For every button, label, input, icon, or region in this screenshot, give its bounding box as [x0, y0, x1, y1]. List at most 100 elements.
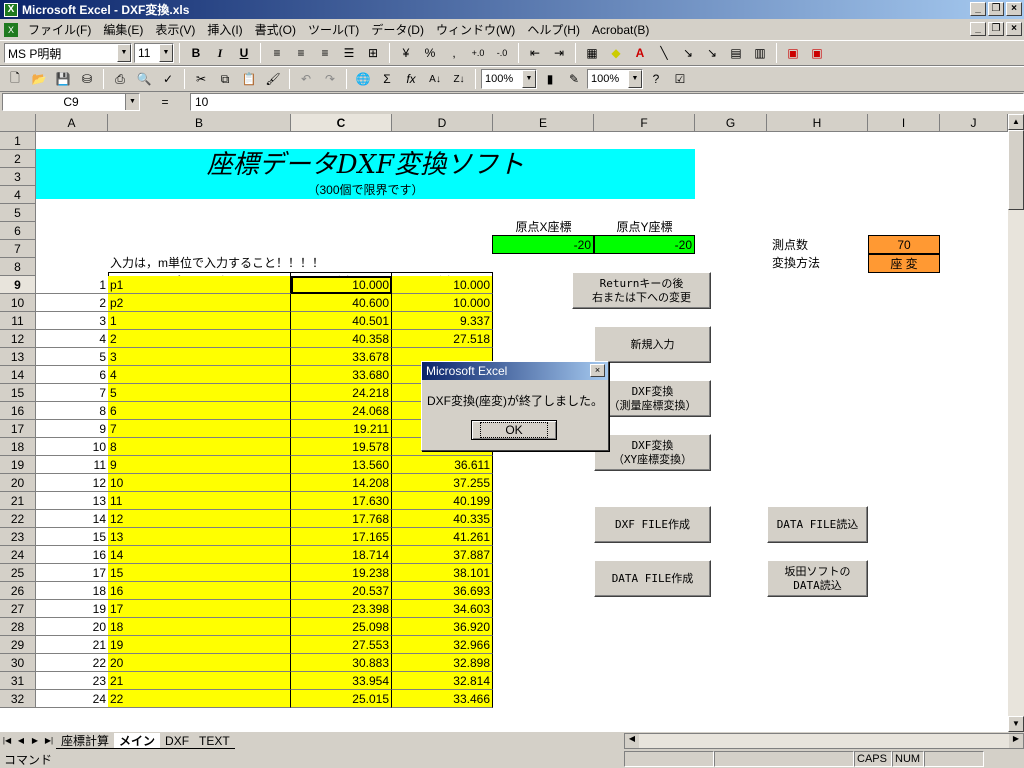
- x-coord-cell[interactable]: 17.630: [291, 492, 392, 510]
- redo-icon[interactable]: ↷: [319, 68, 341, 90]
- row-number-cell[interactable]: 8: [36, 402, 108, 420]
- column-header-d[interactable]: D: [392, 114, 493, 132]
- point-name-cell[interactable]: 9: [108, 456, 291, 474]
- scroll-thumb[interactable]: [1008, 130, 1024, 210]
- doc-close-button[interactable]: ×: [1006, 22, 1022, 36]
- menu-acrobat[interactable]: Acrobat(B): [586, 23, 655, 37]
- sort-ascending-icon[interactable]: A↓: [424, 68, 446, 90]
- spelling-icon[interactable]: ✓: [157, 68, 179, 90]
- point-name-cell[interactable]: 7: [108, 420, 291, 438]
- y-coord-cell[interactable]: 36.920: [392, 618, 493, 636]
- row-header[interactable]: 8: [0, 258, 36, 276]
- scroll-down-icon[interactable]: ▼: [1008, 716, 1024, 732]
- x-coord-cell[interactable]: 40.600: [291, 294, 392, 312]
- row-number-cell[interactable]: 12: [36, 474, 108, 492]
- menu-file[interactable]: ファイル(F): [22, 21, 97, 38]
- row-number-cell[interactable]: 6: [36, 366, 108, 384]
- horizontal-scrollbar[interactable]: ◀ ▶: [624, 733, 1024, 749]
- point-name-cell[interactable]: 17: [108, 600, 291, 618]
- zoom-select[interactable]: 100% ▼: [481, 69, 537, 89]
- x-coord-cell[interactable]: 19.238: [291, 564, 392, 582]
- row-number-cell[interactable]: 1: [36, 276, 108, 294]
- row-number-cell[interactable]: 7: [36, 384, 108, 402]
- chevron-down-icon[interactable]: ▼: [522, 70, 536, 88]
- point-name-cell[interactable]: 10: [108, 474, 291, 492]
- row-header[interactable]: 10: [0, 294, 36, 312]
- row-header[interactable]: 14: [0, 366, 36, 384]
- menu-window[interactable]: ウィンドウ(W): [430, 21, 521, 38]
- scroll-left-icon[interactable]: ◀: [625, 734, 639, 748]
- row-number-cell[interactable]: 21: [36, 636, 108, 654]
- menu-help[interactable]: ヘルプ(H): [521, 21, 586, 38]
- column-header-g[interactable]: G: [695, 114, 767, 132]
- dialog-ok-button[interactable]: OK: [471, 420, 557, 440]
- x-coord-cell[interactable]: 25.015: [291, 690, 392, 708]
- x-coord-cell[interactable]: 14.208: [291, 474, 392, 492]
- row-number-cell[interactable]: 18: [36, 582, 108, 600]
- doc-restore-button[interactable]: ❐: [988, 22, 1004, 36]
- hyperlink-icon[interactable]: 🌐: [352, 68, 374, 90]
- row-header[interactable]: 25: [0, 564, 36, 582]
- permission-icon[interactable]: ⛁: [76, 68, 98, 90]
- x-coord-cell[interactable]: 10.000: [291, 276, 392, 294]
- point-name-cell[interactable]: 8: [108, 438, 291, 456]
- y-coord-cell[interactable]: 40.199: [392, 492, 493, 510]
- row-header[interactable]: 2: [0, 150, 36, 168]
- undo-icon[interactable]: ↶: [295, 68, 317, 90]
- x-coord-cell[interactable]: 17.768: [291, 510, 392, 528]
- font-size-select[interactable]: 11 ▼: [134, 43, 174, 63]
- row-number-cell[interactable]: 23: [36, 672, 108, 690]
- row-number-cell[interactable]: 13: [36, 492, 108, 510]
- point-name-cell[interactable]: 22: [108, 690, 291, 708]
- y-coord-cell[interactable]: 36.611: [392, 456, 493, 474]
- chevron-down-icon[interactable]: ▼: [125, 94, 139, 110]
- paste-icon[interactable]: 📋: [238, 68, 260, 90]
- point-name-cell[interactable]: 12: [108, 510, 291, 528]
- origin-x-value[interactable]: -20: [492, 235, 594, 254]
- point-name-cell[interactable]: 19: [108, 636, 291, 654]
- x-coord-cell[interactable]: 27.553: [291, 636, 392, 654]
- excel-icon[interactable]: X: [4, 2, 18, 17]
- minimize-button[interactable]: _: [970, 2, 986, 16]
- row-header[interactable]: 31: [0, 672, 36, 690]
- y-coord-cell[interactable]: 27.518: [392, 330, 493, 348]
- fill-color-icon[interactable]: ◆: [605, 42, 627, 64]
- row-header[interactable]: 29: [0, 636, 36, 654]
- row-header[interactable]: 11: [0, 312, 36, 330]
- select-all-corner[interactable]: [0, 114, 36, 132]
- prev-sheet-icon[interactable]: ◀: [14, 734, 28, 748]
- autosum-button[interactable]: Σ: [376, 68, 398, 90]
- x-coord-cell[interactable]: 19.211: [291, 420, 392, 438]
- point-name-cell[interactable]: 1: [108, 312, 291, 330]
- vertical-scrollbar[interactable]: ▲ ▼: [1008, 114, 1024, 732]
- increase-indent-icon[interactable]: ⇥: [548, 42, 570, 64]
- align-left-icon[interactable]: ≡: [266, 42, 288, 64]
- row-header[interactable]: 16: [0, 402, 36, 420]
- data-file-create-button[interactable]: DATA FILE作成: [594, 560, 711, 597]
- row-header[interactable]: 18: [0, 438, 36, 456]
- y-coord-cell[interactable]: 38.101: [392, 564, 493, 582]
- row-header[interactable]: 30: [0, 654, 36, 672]
- point-name-cell[interactable]: p1: [108, 276, 291, 294]
- chart-icon[interactable]: ▮: [539, 68, 561, 90]
- y-coord-cell[interactable]: 10.000: [392, 294, 493, 312]
- y-coord-cell[interactable]: 34.603: [392, 600, 493, 618]
- row-header[interactable]: 22: [0, 510, 36, 528]
- last-sheet-icon[interactable]: ▶|: [42, 734, 56, 748]
- row-header[interactable]: 3: [0, 168, 36, 186]
- row-number-cell[interactable]: 16: [36, 546, 108, 564]
- menu-view[interactable]: 表示(V): [149, 21, 201, 38]
- help-icon[interactable]: ?: [645, 68, 667, 90]
- column-header-j[interactable]: J: [940, 114, 1008, 132]
- row-number-cell[interactable]: 10: [36, 438, 108, 456]
- print-icon[interactable]: ⎙: [109, 68, 131, 90]
- row-header[interactable]: 5: [0, 204, 36, 222]
- x-coord-cell[interactable]: 19.578: [291, 438, 392, 456]
- align-right-icon[interactable]: ≡: [314, 42, 336, 64]
- decrease-indent-icon[interactable]: ⇤: [524, 42, 546, 64]
- row-header[interactable]: 9: [0, 276, 36, 294]
- return-key-direction-button[interactable]: Returnキーの後 右または下への変更: [572, 272, 711, 309]
- new-input-button[interactable]: 新規入力: [594, 326, 711, 363]
- row-header[interactable]: 17: [0, 420, 36, 438]
- zoom-select-2[interactable]: 100% ▼: [587, 69, 643, 89]
